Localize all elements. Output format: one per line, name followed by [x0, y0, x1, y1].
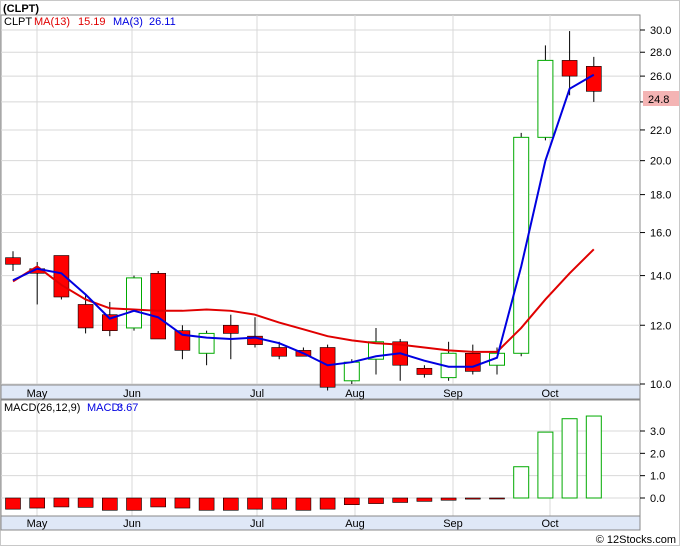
macd-bar [53, 497, 70, 508]
price-y-tick-label: 28.0 [650, 47, 671, 59]
copyright: © 12Stocks.com [596, 534, 676, 546]
candle-body [271, 347, 288, 357]
macd-bar [198, 497, 215, 511]
macd-y-tick-label: 1.0 [650, 471, 665, 483]
macd-month-label: Jun [123, 518, 141, 530]
candle-body [319, 347, 336, 388]
candle-body [343, 361, 360, 382]
price-y-tick-label: 10.0 [650, 379, 671, 391]
candle-body [561, 60, 578, 77]
legend-ma13-label: MA(13) [34, 16, 70, 28]
macd-month-label: Aug [345, 518, 365, 530]
macd-y-tick-label: 3.0 [650, 426, 665, 438]
candle-body [77, 304, 94, 329]
macd-bar [319, 497, 336, 510]
macd-month-label: Jul [250, 518, 264, 530]
price-y-tick-label: 14.0 [650, 271, 671, 283]
candle-body [53, 255, 70, 298]
macd-bar [440, 497, 457, 501]
legend-symbol: CLPT [4, 16, 32, 28]
macd-bar [295, 497, 312, 511]
price-month-label: Aug [345, 388, 365, 400]
price-y-tick-label: 22.0 [650, 125, 671, 137]
macd-bar [585, 415, 602, 499]
macd-bar [150, 497, 166, 508]
stock-chart: (CLPT) May Jun Jul Aug Sep Oct 10.0 12.0 14.0 16… [0, 0, 680, 546]
macd-bar [5, 497, 21, 510]
macd-legend-value: 3.67 [117, 402, 138, 414]
candle-body [150, 272, 166, 340]
macd-bar [29, 497, 46, 509]
macd-month-label: May [27, 518, 48, 530]
macd-bar [561, 418, 578, 499]
candle-body [464, 352, 481, 372]
candle-body [537, 59, 554, 138]
macd-bar [392, 497, 409, 503]
price-month-label: Jul [250, 388, 264, 400]
chart-title: (CLPT) [3, 3, 39, 15]
macd-legend-label: MACD(26,12,9) [4, 402, 80, 414]
legend-ma3-label: MA(3) [113, 16, 143, 28]
price-y-tick-label: 20.0 [650, 156, 671, 168]
legend-ma3-value: 26.11 [149, 16, 176, 28]
macd-bar [271, 497, 288, 510]
macd-month-label: Sep [443, 518, 463, 530]
price-panel: May Jun Jul Aug Sep Oct 10.0 12.0 14.0 16.0 18.0 2… [0, 14, 679, 400]
candle-body [126, 277, 142, 329]
price-y-tick-label: 26.0 [650, 71, 671, 83]
price-y-tick-label: 30.0 [650, 25, 671, 37]
macd-bar [102, 497, 118, 511]
macd-bar [368, 497, 384, 504]
macd-y-tick-label: 2.0 [650, 448, 665, 460]
price-month-label: Oct [541, 388, 558, 400]
macd-bar [537, 431, 554, 499]
macd-bar [77, 497, 94, 508]
macd-y-tick-label: 0.0 [650, 493, 665, 505]
macd-bar [513, 466, 530, 499]
candle-body [5, 257, 21, 265]
price-y-tick-label: 12.0 [650, 320, 671, 332]
macd-bar [416, 497, 433, 502]
legend-ma13-value: 15.19 [78, 16, 106, 28]
price-month-label: Sep [443, 388, 463, 400]
price-month-label: Jun [123, 388, 141, 400]
macd-bar [247, 497, 263, 510]
price-y-tick-label: 16.0 [650, 228, 671, 240]
macd-panel: May Jun Jul Aug Sep Oct 0.0 1.0 2.0 3.0 MACD(26,… [0, 399, 665, 531]
macd-bar [126, 497, 142, 511]
macd-bar [174, 497, 191, 509]
macd-bar [223, 497, 239, 511]
macd-bar [343, 497, 360, 505]
macd-bar [489, 497, 505, 500]
macd-bar [464, 497, 481, 500]
price-y-tick-label: 18.0 [650, 190, 671, 202]
macd-month-label: Oct [541, 518, 558, 530]
candle-body [223, 324, 239, 334]
candle-body [416, 367, 433, 375]
last-price-label: 24.8 [648, 94, 669, 106]
price-month-label: May [27, 388, 48, 400]
